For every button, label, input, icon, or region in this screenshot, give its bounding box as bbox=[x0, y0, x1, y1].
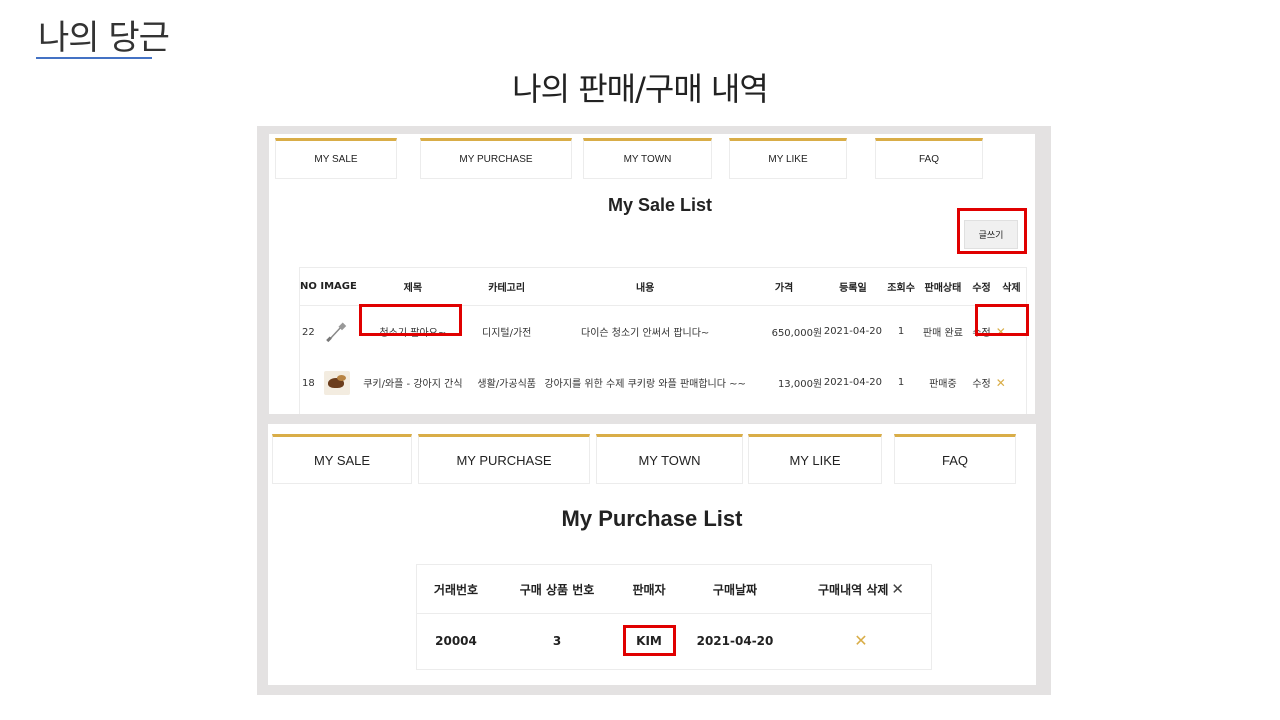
row-title-link[interactable]: 쿠키/와플 - 강아지 간식 bbox=[357, 357, 469, 408]
table-row: 20004 3 KIM 2021-04-20 ✕ bbox=[417, 614, 931, 668]
column-header-price: 가격 bbox=[745, 268, 823, 306]
column-header-purchase-date: 구매날짜 bbox=[679, 565, 791, 614]
row-trade-no: 20004 bbox=[435, 633, 477, 648]
column-header-image: NO IMAGE bbox=[300, 268, 357, 306]
screenshot-frame: MY SALE MY PURCHASE MY TOWN MY LIKE FAQ … bbox=[257, 126, 1051, 695]
delete-all-icon[interactable]: ✕ bbox=[891, 580, 904, 598]
tab-my-town[interactable]: MY TOWN bbox=[596, 434, 743, 484]
tab-my-purchase[interactable]: MY PURCHASE bbox=[420, 138, 572, 179]
slide-title: 나의 당근 bbox=[38, 18, 170, 58]
purchase-list-title: My Purchase List bbox=[561, 506, 743, 531]
delete-icon[interactable]: ✕ bbox=[996, 325, 1006, 339]
table-row: 18 쿠키/와플 - 강아지 간식 생활/가공식품 강아지를 위한 수제 쿠키랑… bbox=[300, 357, 1027, 408]
row-number: 18 bbox=[302, 377, 315, 389]
row-date: 2021-04-20 bbox=[823, 326, 882, 337]
edit-link[interactable]: 수정 bbox=[967, 357, 996, 408]
column-header-delete-label: 구매내역 삭제 bbox=[818, 583, 889, 597]
slide-subtitle: 나의 판매/구매 내역 bbox=[512, 70, 769, 108]
tab-my-sale[interactable]: MY SALE bbox=[272, 434, 412, 484]
row-date: 2021-04-20 bbox=[823, 377, 882, 388]
row-views: 1 bbox=[897, 326, 905, 337]
row-title-link[interactable]: 청소기 팔아요~ bbox=[357, 306, 469, 358]
sweeper-icon[interactable] bbox=[324, 320, 348, 344]
column-header-seller: 판매자 bbox=[619, 565, 679, 614]
tab-my-purchase[interactable]: MY PURCHASE bbox=[418, 434, 590, 484]
column-header-date: 등록일 bbox=[822, 268, 884, 306]
row-product-no: 3 bbox=[552, 633, 562, 648]
row-no-and-image: 18 bbox=[300, 357, 357, 408]
tab-faq[interactable]: FAQ bbox=[875, 138, 983, 179]
purchase-table-container: 거래번호 구매 상품 번호 판매자 구매날짜 구매내역 삭제 ✕ 20004 3 … bbox=[416, 564, 932, 670]
column-header-trade-no: 거래번호 bbox=[417, 565, 495, 614]
sale-table-container: NO IMAGE 제목 카테고리 내용 가격 등록일 조회수 판매상태 수정 삭… bbox=[299, 267, 1027, 414]
column-header-delete: 구매내역 삭제 ✕ bbox=[791, 565, 931, 614]
slide-title-underline bbox=[36, 57, 152, 59]
sale-table: NO IMAGE 제목 카테고리 내용 가격 등록일 조회수 판매상태 수정 삭… bbox=[300, 268, 1027, 408]
column-header-product-no: 구매 상품 번호 bbox=[495, 565, 619, 614]
tab-my-town[interactable]: MY TOWN bbox=[583, 138, 712, 179]
tab-my-like[interactable]: MY LIKE bbox=[748, 434, 882, 484]
write-post-button[interactable]: 글쓰기 bbox=[964, 220, 1018, 249]
row-content: 다이슨 청소기 안써서 팝니다~ bbox=[581, 328, 710, 339]
row-price: 650,000원 bbox=[771, 328, 823, 339]
row-status: 판매 완료 bbox=[922, 328, 963, 339]
purchase-panel: MY SALE MY PURCHASE MY TOWN MY LIKE FAQ … bbox=[268, 424, 1036, 685]
tab-my-like[interactable]: MY LIKE bbox=[729, 138, 847, 179]
column-header-title: 제목 bbox=[356, 268, 469, 306]
seller-link[interactable]: KIM bbox=[619, 614, 679, 668]
row-status: 판매중 bbox=[929, 379, 957, 390]
tab-my-sale[interactable]: MY SALE bbox=[275, 138, 397, 179]
column-header-status: 판매상태 bbox=[918, 268, 968, 306]
delete-icon[interactable]: ✕ bbox=[996, 376, 1006, 390]
row-price: 13,000원 bbox=[777, 379, 823, 390]
sale-panel: MY SALE MY PURCHASE MY TOWN MY LIKE FAQ … bbox=[269, 134, 1035, 414]
row-content: 강아지를 위한 수제 쿠키랑 와플 판매합니다 ~~ bbox=[544, 379, 746, 390]
row-number: 22 bbox=[302, 326, 315, 338]
row-category: 생활/가공식품 bbox=[477, 379, 536, 390]
column-header-edit: 수정 bbox=[967, 268, 996, 306]
row-purchase-date: 2021-04-20 bbox=[696, 633, 774, 648]
cookie-photo[interactable] bbox=[323, 370, 350, 395]
column-header-views: 조회수 bbox=[883, 268, 919, 306]
sale-list-title: My Sale List bbox=[607, 195, 713, 215]
edit-link[interactable]: 수정 bbox=[967, 306, 996, 358]
column-header-delete: 삭제 bbox=[995, 268, 1027, 306]
purchase-table-header-row: 거래번호 구매 상품 번호 판매자 구매날짜 구매내역 삭제 ✕ bbox=[417, 565, 931, 614]
column-header-category: 카테고리 bbox=[468, 268, 545, 306]
delete-icon[interactable]: ✕ bbox=[854, 631, 867, 650]
row-category: 디지털/가전 bbox=[482, 328, 532, 339]
purchase-table: 거래번호 구매 상품 번호 판매자 구매날짜 구매내역 삭제 ✕ 20004 3 … bbox=[417, 565, 931, 667]
tab-faq[interactable]: FAQ bbox=[894, 434, 1016, 484]
sale-table-header-row: NO IMAGE 제목 카테고리 내용 가격 등록일 조회수 판매상태 수정 삭… bbox=[300, 268, 1027, 306]
row-views: 1 bbox=[897, 377, 905, 388]
table-row: 22 청소기 팔아요~ 디지털/가전 다이슨 청소기 안써서 팝니다~ 650,… bbox=[300, 306, 1027, 358]
column-header-content: 내용 bbox=[544, 268, 746, 306]
row-no-and-image: 22 bbox=[300, 306, 357, 358]
